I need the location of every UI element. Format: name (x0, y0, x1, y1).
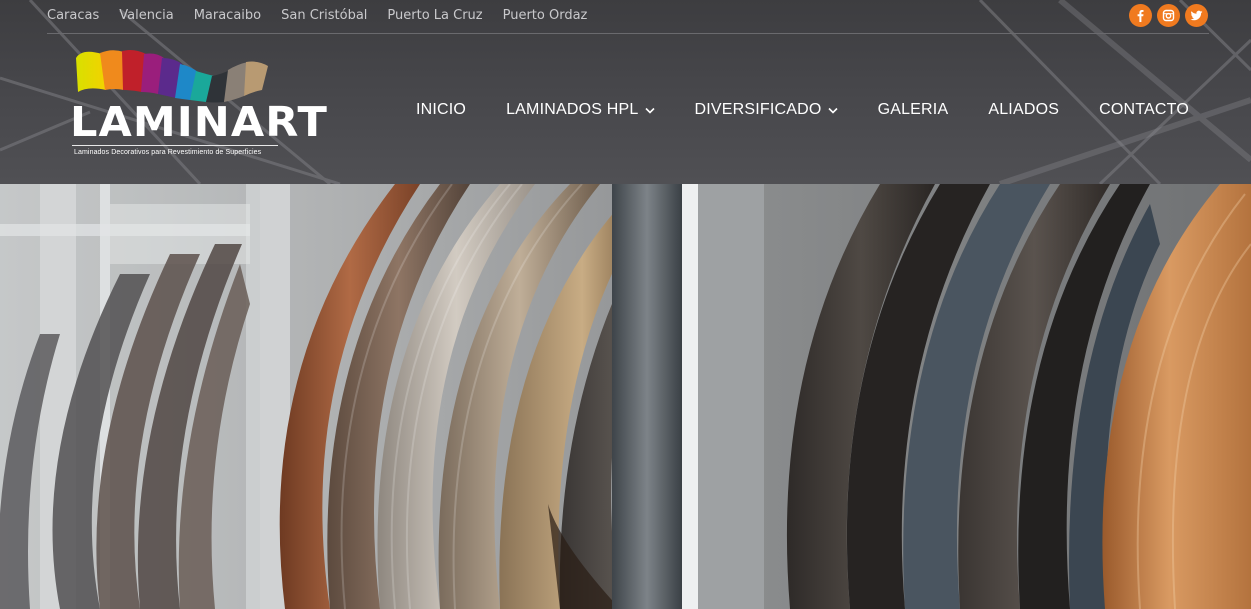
site-header: Caracas Valencia Maracaibo San Cristóbal… (0, 0, 1251, 184)
city-link-puerto-ordaz[interactable]: Puerto Ordaz (503, 8, 588, 23)
main-nav: INICIO LAMINADOS HPL DIVERSIFICADO GALER… (416, 101, 1189, 119)
nav-item-galeria[interactable]: GALERIA (878, 101, 949, 119)
nav-item-laminados-hpl[interactable]: LAMINADOS HPL (506, 101, 655, 119)
facebook-icon[interactable] (1129, 4, 1152, 27)
topbar: Caracas Valencia Maracaibo San Cristóbal… (47, 0, 1209, 34)
nav-item-label: ALIADOS (988, 101, 1060, 118)
city-list: Caracas Valencia Maracaibo San Cristóbal… (47, 8, 607, 23)
nav-item-aliados[interactable]: ALIADOS (988, 101, 1059, 119)
nav-item-contacto[interactable]: CONTACTO (1099, 101, 1189, 119)
chevron-down-icon (827, 107, 838, 114)
nav-item-label: INICIO (415, 101, 467, 118)
instagram-icon[interactable] (1157, 4, 1180, 27)
nav-item-label: LAMINADOS HPL (506, 101, 639, 118)
edge-banding-rolls-illustration (0, 184, 1251, 609)
city-link-san-cristobal[interactable]: San Cristóbal (281, 8, 367, 23)
city-link-valencia[interactable]: Valencia (119, 8, 173, 23)
logo-tagline: Laminados Decorativos para Revestimiento… (74, 149, 262, 156)
hero-banner-image (0, 184, 1251, 609)
nav-item-label: GALERIA (877, 101, 949, 118)
city-link-caracas[interactable]: Caracas (47, 8, 99, 23)
social-links (1129, 4, 1208, 27)
logo-wordmark: LAMINART (70, 98, 328, 146)
brand-logo[interactable]: LAMINART Laminados Decorativos para Reve… (68, 44, 327, 162)
nav-item-label: DIVERSIFICADO (694, 101, 822, 118)
nav-item-inicio[interactable]: INICIO (416, 101, 466, 119)
city-link-maracaibo[interactable]: Maracaibo (194, 8, 261, 23)
chevron-down-icon (644, 107, 655, 114)
nav-item-label: CONTACTO (1099, 101, 1189, 118)
twitter-icon[interactable] (1185, 4, 1208, 27)
city-link-puerto-la-cruz[interactable]: Puerto La Cruz (387, 8, 482, 23)
nav-item-diversificado[interactable]: DIVERSIFICADO (695, 101, 838, 119)
logo-divider (72, 145, 278, 146)
